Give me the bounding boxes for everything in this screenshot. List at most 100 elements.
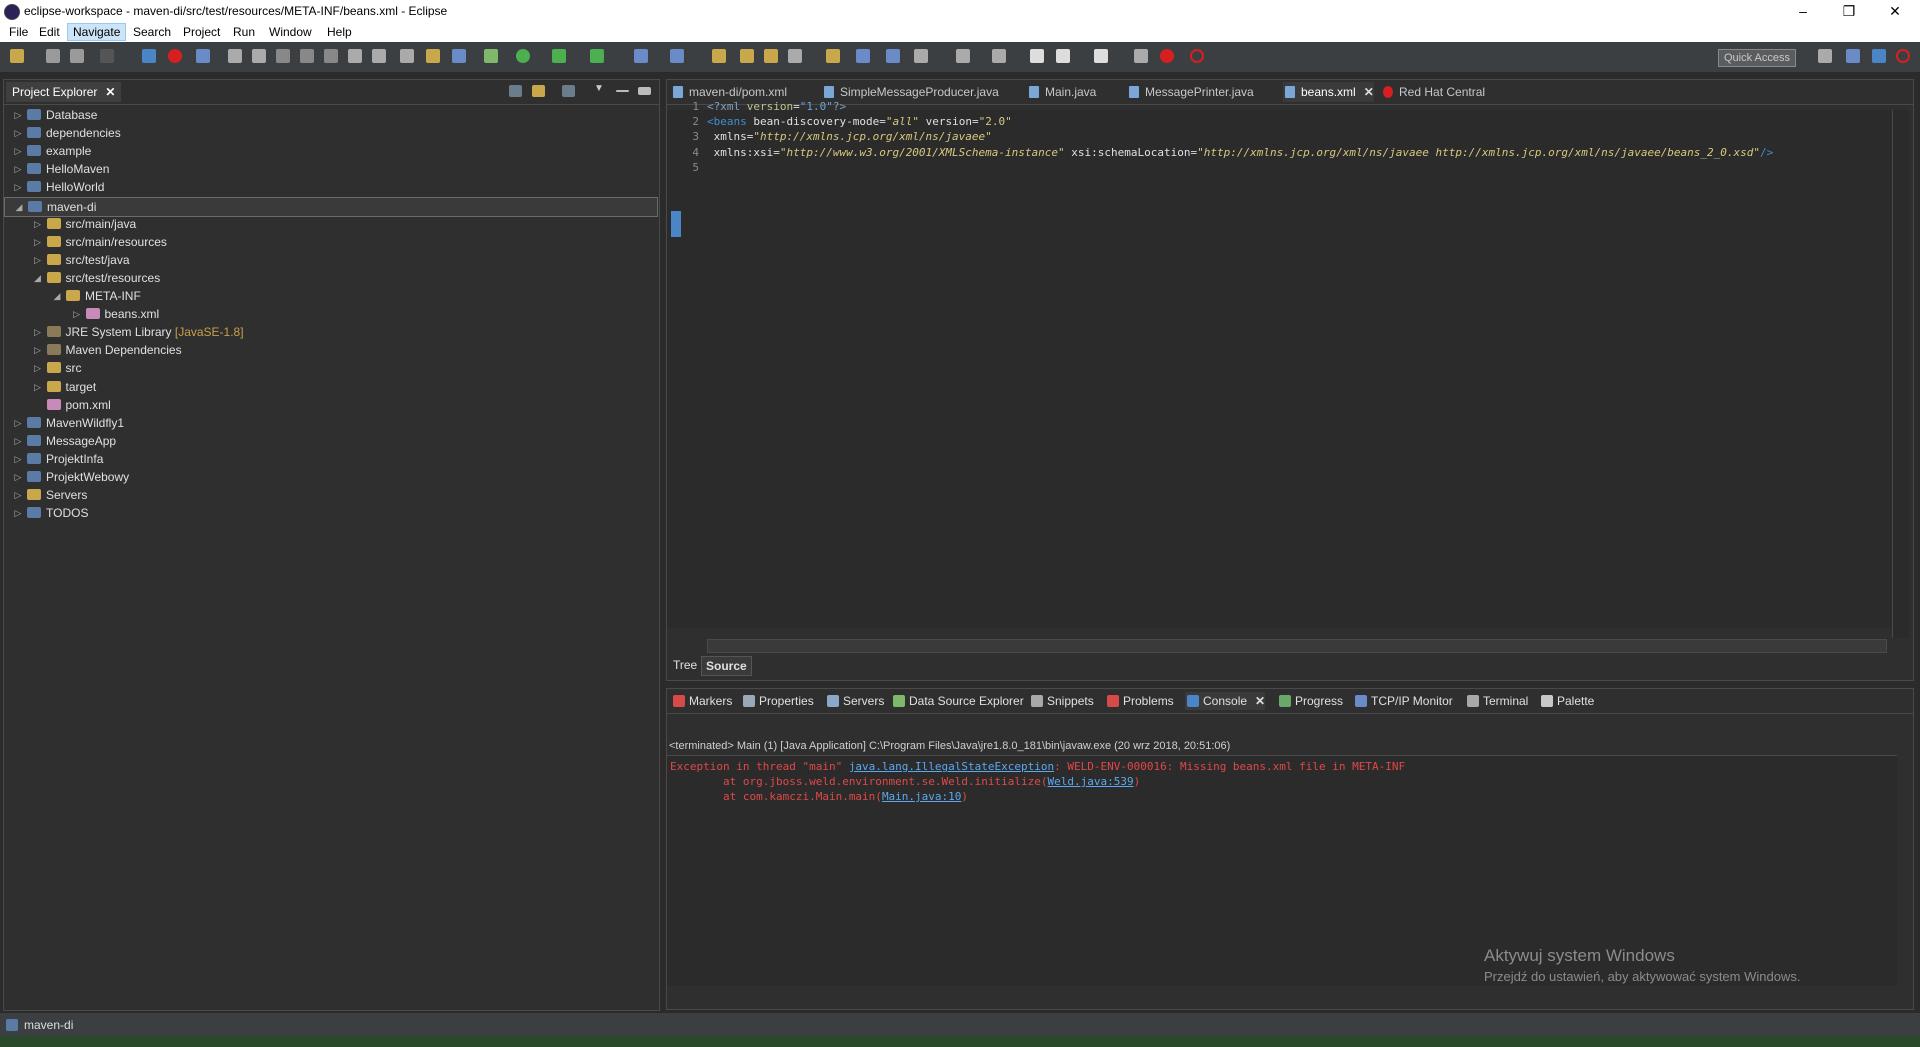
expand-toggle-icon[interactable]: ▷ <box>33 251 43 269</box>
annotation-icon[interactable] <box>826 49 840 63</box>
previous-annotation-icon[interactable] <box>992 49 1006 63</box>
expand-toggle-icon[interactable]: ▷ <box>13 160 23 178</box>
tree-item[interactable]: ▷ src/test/java <box>4 251 656 269</box>
open-perspective-icon[interactable] <box>1818 49 1832 63</box>
tree-item[interactable]: ▷ dependencies <box>4 124 656 142</box>
tree-item[interactable]: ▷ ProjektInfa <box>4 450 656 468</box>
collapse-toggle-icon[interactable]: ◢ <box>52 287 62 305</box>
editor-tab[interactable]: MessagePrinter.java <box>1127 82 1254 102</box>
tree-item[interactable]: ▷ MavenWildfly1 <box>4 414 656 432</box>
quick-access-input[interactable]: Quick Access <box>1718 49 1796 67</box>
console-tab[interactable]: Markers <box>671 692 732 710</box>
tree-item[interactable]: ▷ ProjektWebowy <box>4 468 656 486</box>
expand-toggle-icon[interactable]: ▷ <box>33 378 43 396</box>
tree-item[interactable]: ◢ META-INF <box>4 287 656 305</box>
stop-icon[interactable] <box>168 49 182 63</box>
disconnect-icon[interactable] <box>300 49 314 63</box>
expand-toggle-icon[interactable]: ▷ <box>33 215 43 233</box>
tree-item[interactable]: ▷ target <box>4 378 656 396</box>
terminate-icon[interactable] <box>276 49 290 63</box>
console-tab[interactable]: Problems <box>1105 692 1174 710</box>
menu-navigate[interactable]: Navigate <box>67 23 127 41</box>
tree-item[interactable]: ▷ Servers <box>4 486 656 504</box>
editor-tab[interactable]: SimpleMessageProducer.java <box>822 82 999 102</box>
horizontal-scrollbar[interactable] <box>707 639 1887 653</box>
java-ee-perspective-icon[interactable] <box>1846 49 1860 63</box>
tree-item[interactable]: ▷ TODOS <box>4 504 656 522</box>
skip-breakpoints-icon[interactable] <box>196 49 210 63</box>
expand-toggle-icon[interactable]: ▷ <box>13 432 23 450</box>
editor-tab[interactable]: Main.java <box>1027 82 1096 102</box>
console-tab[interactable]: Progress <box>1277 692 1343 710</box>
link-with-editor-icon[interactable] <box>532 85 545 97</box>
tree-item[interactable]: ▷ beans.xml <box>4 305 656 323</box>
editor-tab[interactable]: Red Hat Central <box>1381 82 1485 102</box>
coverage-icon[interactable] <box>552 49 566 63</box>
minimize-view-icon[interactable] <box>616 90 629 92</box>
console-tab[interactable]: Data Source Explorer <box>891 692 1024 710</box>
collapse-toggle-icon[interactable]: ◢ <box>14 198 24 216</box>
focus-task-icon[interactable] <box>562 85 575 97</box>
run-icon[interactable] <box>516 49 530 63</box>
save-all-icon[interactable] <box>70 49 84 63</box>
menu-help[interactable]: Help <box>322 25 357 39</box>
debug-icon[interactable] <box>484 49 498 63</box>
globe-icon[interactable] <box>856 49 870 63</box>
editor-tab[interactable]: beans.xml ✕ <box>1283 82 1374 102</box>
console-tab[interactable]: Properties <box>741 692 814 710</box>
search-icon[interactable] <box>788 49 802 63</box>
menu-edit[interactable]: Edit <box>34 25 65 39</box>
next-annotation-icon[interactable] <box>956 49 970 63</box>
edit-icon[interactable] <box>1134 49 1148 63</box>
properties-icon[interactable] <box>100 49 114 63</box>
forward-icon[interactable] <box>1094 49 1108 63</box>
expand-toggle-icon[interactable]: ▷ <box>13 178 23 196</box>
tree-item[interactable]: ◢ maven-di <box>4 196 658 217</box>
close-window-button[interactable]: ✕ <box>1872 1 1918 21</box>
red-hat-icon[interactable] <box>1160 49 1174 63</box>
web-browser-icon[interactable] <box>886 49 900 63</box>
open-task-icon[interactable] <box>452 49 466 63</box>
last-edit-location-icon[interactable] <box>1030 49 1044 63</box>
menu-project[interactable]: Project <box>178 25 225 39</box>
tree-item[interactable]: ◢ src/test/resources <box>4 269 656 287</box>
gear-icon[interactable] <box>1190 49 1204 63</box>
menu-window[interactable]: Window <box>264 25 317 39</box>
editor-tab[interactable]: maven-di/pom.xml <box>671 82 787 102</box>
close-icon[interactable]: ✕ <box>105 85 115 99</box>
tree-item[interactable]: ▷ src <box>4 359 656 377</box>
tree-item[interactable]: ▷ Database <box>4 106 656 124</box>
new-icon[interactable] <box>10 49 24 63</box>
tree-item[interactable]: ▷ example <box>4 142 656 160</box>
expand-toggle-icon[interactable]: ▷ <box>72 305 82 323</box>
tree-item[interactable]: ▷ MessageApp <box>4 432 656 450</box>
minimize-button[interactable]: – <box>1780 1 1826 21</box>
step-into-icon[interactable] <box>324 49 338 63</box>
tree-item[interactable]: ▷ Maven Dependencies <box>4 341 656 359</box>
expand-toggle-icon[interactable]: ▷ <box>33 359 43 377</box>
menu-file[interactable]: File <box>4 25 33 39</box>
console-tab[interactable]: Snippets <box>1029 692 1094 710</box>
pin-editor-icon[interactable] <box>914 49 928 63</box>
expand-toggle-icon[interactable]: ▷ <box>13 142 23 160</box>
maximize-view-icon[interactable] <box>638 87 651 95</box>
tree-item[interactable]: pom.xml <box>4 396 656 414</box>
step-return-icon[interactable] <box>372 49 386 63</box>
vertical-scrollbar[interactable] <box>1892 110 1909 638</box>
new-java-project-icon[interactable] <box>634 49 648 63</box>
tree-item[interactable]: ▷ HelloMaven <box>4 160 656 178</box>
restore-button[interactable]: ❐ <box>1826 1 1872 21</box>
expand-toggle-icon[interactable]: ▷ <box>13 106 23 124</box>
new-package-icon[interactable] <box>670 49 684 63</box>
collapse-all-icon[interactable] <box>509 85 522 97</box>
open-type-icon[interactable] <box>740 49 754 63</box>
tree-item[interactable]: ▷ HelloWorld <box>4 178 656 196</box>
resume-icon[interactable] <box>228 49 242 63</box>
expand-toggle-icon[interactable]: ▷ <box>13 450 23 468</box>
tab-source[interactable]: Source <box>701 656 752 676</box>
close-icon[interactable]: ✕ <box>1255 694 1265 708</box>
tab-project-explorer[interactable]: Project Explorer ✕ <box>6 82 122 102</box>
expand-toggle-icon[interactable]: ▷ <box>13 504 23 522</box>
save-icon[interactable] <box>46 49 60 63</box>
console-tab[interactable]: Servers <box>825 692 884 710</box>
